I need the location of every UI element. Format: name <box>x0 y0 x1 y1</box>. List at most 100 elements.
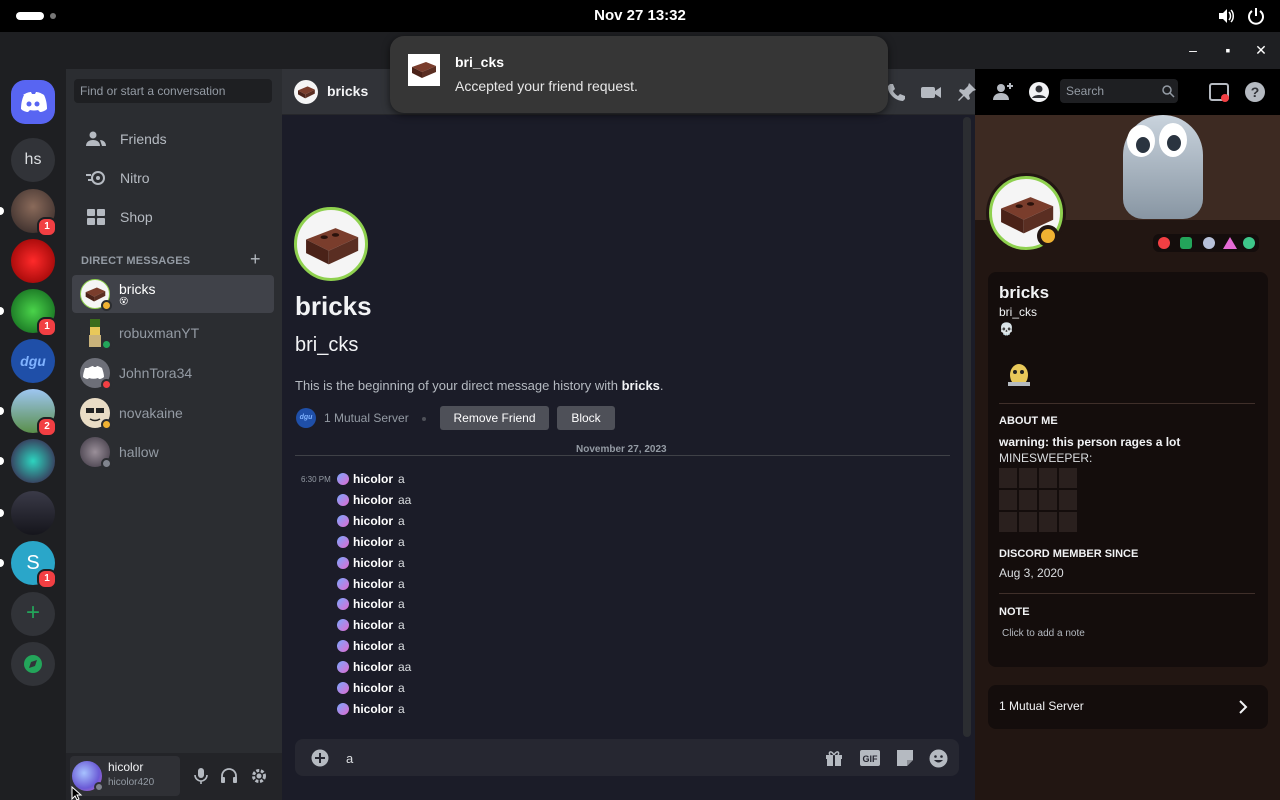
intro-suffix: . <box>659 378 664 393</box>
video-call-icon[interactable] <box>920 81 942 103</box>
server-icon[interactable] <box>11 491 55 535</box>
message-author[interactable]: hicolor <box>353 493 393 507</box>
message-avatar[interactable] <box>337 514 349 527</box>
minesweeper-spoiler-grid[interactable] <box>999 468 1079 536</box>
spoiler-cell[interactable] <box>1019 468 1037 488</box>
sticker-icon[interactable] <box>896 749 914 767</box>
system-clock[interactable]: Nov 27 13:32 <box>0 7 1280 24</box>
dm-item-robuxmanyt[interactable]: robuxmanYT <box>72 314 274 352</box>
dm-item-novakaine[interactable]: novakaine <box>72 394 274 432</box>
emoji-icon[interactable] <box>929 749 948 768</box>
spoiler-cell[interactable] <box>1059 512 1077 532</box>
microphone-icon[interactable] <box>193 767 209 785</box>
server-hs[interactable]: hs <box>11 138 55 182</box>
message-author[interactable]: hicolor <box>353 702 393 716</box>
boost-badge-icon[interactable] <box>1223 237 1237 249</box>
upload-plus-icon[interactable] <box>311 749 329 767</box>
settings-gear-icon[interactable] <box>250 767 268 785</box>
user-profile-toggle-icon[interactable] <box>1028 81 1050 103</box>
spoiler-cell[interactable] <box>999 512 1017 532</box>
message-author[interactable]: hicolor <box>353 618 393 632</box>
dm-item-bricks[interactable]: bricks 😵 <box>72 275 274 313</box>
chat-search-input[interactable]: Search <box>1060 79 1178 103</box>
spoiler-cell[interactable] <box>1039 512 1057 532</box>
message-composer[interactable]: a GIF <box>295 739 959 776</box>
power-icon[interactable] <box>1247 7 1265 25</box>
server-icon[interactable]: dgu <box>11 339 55 383</box>
message-author[interactable]: hicolor <box>353 681 393 695</box>
message-author[interactable]: hicolor <box>353 597 393 611</box>
mutual-servers-link[interactable]: 1 Mutual Server <box>324 411 409 425</box>
block-button[interactable]: Block <box>557 406 615 430</box>
dm-item-hallow[interactable]: hallow <box>72 433 274 471</box>
status-online <box>101 339 112 350</box>
early-supporter-badge-icon[interactable] <box>1180 237 1192 249</box>
maximize-button[interactable]: ▪ <box>1218 40 1238 60</box>
close-button[interactable]: ✕ <box>1251 40 1271 60</box>
nitro-badge-icon[interactable] <box>1203 237 1215 249</box>
message-avatar[interactable] <box>337 556 349 569</box>
inbox-icon[interactable] <box>1208 81 1230 103</box>
server-icon[interactable] <box>11 439 55 483</box>
message-avatar[interactable] <box>337 577 349 590</box>
notification-banner[interactable]: bri_cks Accepted your friend request. <box>390 36 888 113</box>
message-author[interactable]: hicolor <box>353 514 393 528</box>
message-author[interactable]: hicolor <box>353 577 393 591</box>
dm-name: robuxmanYT <box>119 325 200 341</box>
spoiler-cell[interactable] <box>1039 468 1057 488</box>
remove-friend-button[interactable]: Remove Friend <box>440 406 549 430</box>
spoiler-cell[interactable] <box>1059 468 1077 488</box>
add-friends-to-dm-icon[interactable] <box>992 81 1014 103</box>
explore-servers-button[interactable] <box>11 642 55 686</box>
spoiler-cell[interactable] <box>999 490 1017 510</box>
message-text: a <box>398 513 405 528</box>
message-author[interactable]: hicolor <box>353 556 393 570</box>
nav-friends[interactable]: Friends <box>74 120 274 158</box>
spoiler-cell[interactable] <box>1059 490 1077 510</box>
message-avatar[interactable] <box>337 619 349 632</box>
brick-icon <box>306 228 359 265</box>
new-dm-button[interactable]: + <box>250 249 261 270</box>
message-author[interactable]: hicolor <box>353 639 393 653</box>
user-account-button[interactable]: hicolor hicolor420 <box>70 756 180 796</box>
spoiler-cell[interactable] <box>1039 490 1057 510</box>
spoiler-cell[interactable] <box>1019 512 1037 532</box>
dm-item-johntora34[interactable]: JohnTora34 <box>72 354 274 392</box>
message-avatar[interactable] <box>337 682 349 694</box>
message-author[interactable]: hicolor <box>353 535 393 549</box>
message-avatar[interactable] <box>337 702 349 715</box>
message-author[interactable]: hicolor <box>353 472 393 486</box>
voice-call-icon[interactable] <box>885 81 907 103</box>
message-avatar[interactable] <box>337 640 349 653</box>
add-server-button[interactable]: + <box>11 592 55 636</box>
gift-icon[interactable] <box>825 749 843 767</box>
home-button[interactable] <box>11 80 55 124</box>
server-icon[interactable] <box>11 239 55 283</box>
help-icon[interactable]: ? <box>1244 81 1266 103</box>
volume-icon[interactable] <box>1217 7 1235 25</box>
dm-search-input[interactable]: Find or start a conversation <box>74 79 272 103</box>
message-avatar[interactable] <box>337 598 349 611</box>
mutual-servers-row[interactable]: 1 Mutual Server <box>988 685 1268 729</box>
message-avatar[interactable] <box>337 535 349 548</box>
chat-scrollbar[interactable] <box>963 117 971 737</box>
banner-pupil <box>1167 135 1181 151</box>
message-input[interactable]: a <box>346 751 353 766</box>
message-avatar[interactable] <box>337 493 349 506</box>
note-input[interactable]: Click to add a note <box>1002 628 1085 639</box>
spoiler-cell[interactable] <box>999 468 1017 488</box>
message-avatar[interactable] <box>337 473 349 485</box>
nav-nitro[interactable]: Nitro <box>74 159 274 197</box>
nav-shop[interactable]: Shop <box>74 198 274 236</box>
headphones-icon[interactable] <box>220 767 238 785</box>
pinned-messages-icon[interactable] <box>956 81 978 103</box>
message-author[interactable]: hicolor <box>353 660 393 674</box>
quest-badge-icon[interactable] <box>1243 237 1255 249</box>
brick-icon <box>412 62 436 78</box>
hypesquad-badge-icon[interactable] <box>1158 237 1170 249</box>
spoiler-cell[interactable] <box>1019 490 1037 510</box>
message-avatar[interactable] <box>337 661 349 674</box>
gif-icon[interactable]: GIF <box>860 750 880 766</box>
minimize-button[interactable]: – <box>1183 40 1203 60</box>
about-me-line: MINESWEEPER: <box>999 451 1093 465</box>
